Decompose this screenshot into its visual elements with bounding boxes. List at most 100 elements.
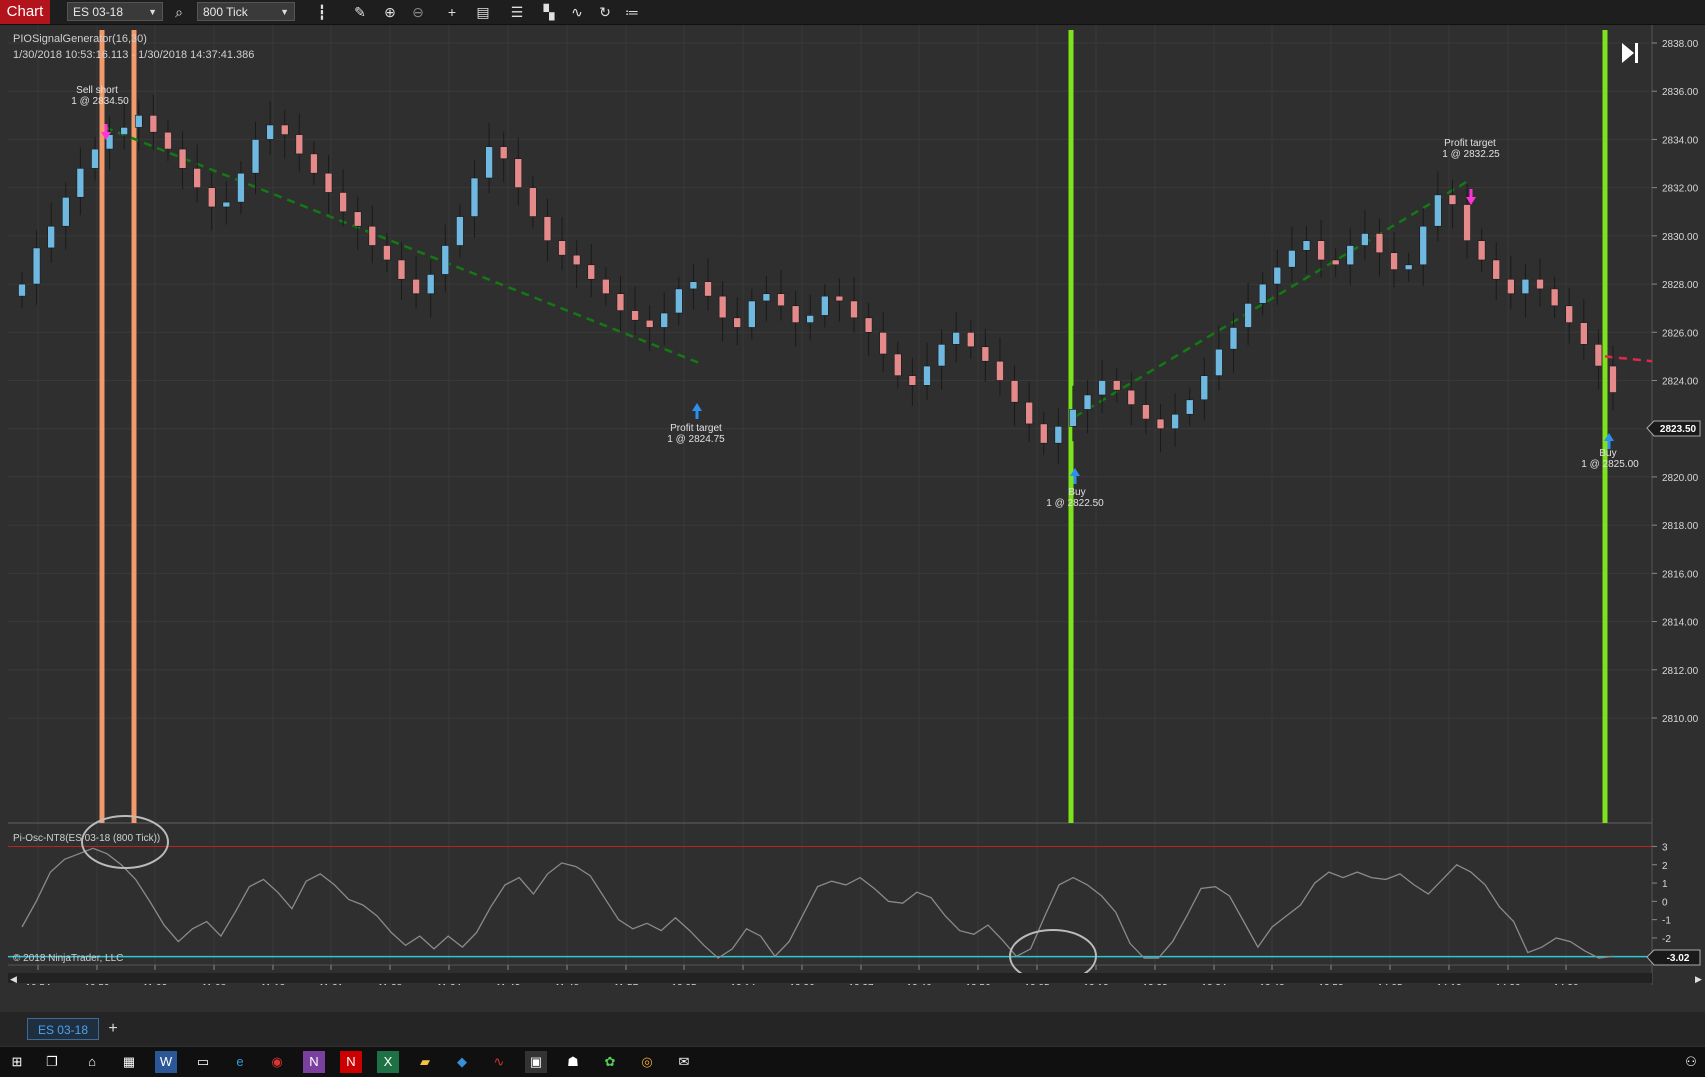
time-tick-label: 14:30	[1553, 983, 1578, 985]
list-icon[interactable]: ≔	[621, 1, 643, 23]
price-tick-label: 2818.00	[1662, 521, 1699, 532]
candle-body	[996, 360, 1004, 381]
candle-body	[1609, 365, 1617, 393]
strategy-icon[interactable]: ▚	[538, 1, 560, 23]
candle-body	[587, 264, 596, 280]
time-tick-label: 12:37	[848, 983, 873, 985]
candle-body	[1521, 278, 1530, 295]
price-tick-label: 2838.00	[1662, 39, 1699, 50]
scroll-left-icon[interactable]: ◀	[10, 974, 17, 984]
pencil-icon[interactable]: ✎	[349, 1, 371, 23]
candle-body	[164, 131, 172, 150]
candle-body	[1025, 401, 1033, 425]
refresh-icon[interactable]: ↻	[594, 1, 616, 23]
trade-label-4a: Profit target	[1444, 138, 1496, 149]
candle-body	[1550, 288, 1559, 307]
candle-body	[1448, 194, 1457, 205]
candle-body	[1200, 375, 1209, 401]
date-range-label: 1/30/2018 10:53:16.113 - 1/30/2018 14:37…	[13, 49, 254, 61]
candle-body	[879, 331, 887, 355]
onenote-icon[interactable]: N	[303, 1051, 325, 1073]
chart-area[interactable]: 2838.00 2836.00 2834.00 2832.00 2830.00 2828.…	[0, 25, 1705, 1025]
chrome-icon[interactable]: ◎	[636, 1051, 658, 1073]
chevron-down-icon: ▼	[148, 7, 157, 17]
ninjatrader-icon[interactable]: ∿	[488, 1051, 510, 1073]
candle-body	[981, 346, 990, 362]
people-icon[interactable]: ⚇	[1680, 1051, 1702, 1073]
indicator-icon[interactable]: ∿	[566, 1, 588, 23]
app-icon[interactable]: ◆	[451, 1051, 473, 1073]
crosshair-icon[interactable]: +	[441, 1, 463, 23]
candle-body	[602, 278, 610, 295]
scroll-to-end-icon[interactable]	[1622, 43, 1638, 63]
candle-body	[514, 158, 523, 188]
chart-canvas[interactable]: 2838.00 2836.00 2834.00 2832.00 2830.00 2828.…	[0, 25, 1705, 985]
windows-start-icon[interactable]: ⊞	[6, 1051, 28, 1073]
candle-body	[120, 127, 128, 135]
horizontal-scrollbar[interactable]	[8, 973, 1652, 983]
time-tick-label: 13:53	[1318, 983, 1343, 985]
chart-app-badge[interactable]: Chart	[0, 0, 50, 24]
candle-body	[1390, 252, 1398, 270]
excel-icon[interactable]: X	[377, 1051, 399, 1073]
bar-type-icon[interactable]: ┇	[311, 1, 333, 23]
search-icon[interactable]: ⌕	[168, 1, 190, 23]
candle-body	[777, 293, 785, 307]
netflix-icon[interactable]: N	[340, 1051, 362, 1073]
calculator-icon[interactable]: ▦	[118, 1051, 140, 1073]
word-icon[interactable]: W	[155, 1051, 177, 1073]
app-icon[interactable]: ◉	[266, 1051, 288, 1073]
candle-body	[1185, 399, 1194, 415]
candle-body	[908, 375, 917, 386]
app-icon[interactable]: ✿	[599, 1051, 621, 1073]
candle-body	[850, 300, 858, 319]
data-box-icon[interactable]: ▤	[472, 1, 494, 23]
time-tick-label: 13:05	[1024, 983, 1049, 985]
price-tick-label: 2812.00	[1662, 666, 1699, 677]
trade-label-2b: 1 @ 2824.75	[667, 434, 725, 445]
people-icon[interactable]: ☗	[562, 1051, 584, 1073]
oscillator-tick-label: 0	[1662, 897, 1668, 908]
add-tab-button[interactable]: +	[104, 1018, 122, 1040]
candle-body	[631, 310, 639, 321]
candle-body	[937, 344, 946, 367]
time-tick-label: 12:56	[965, 983, 990, 985]
candle-body	[864, 317, 873, 333]
candle-body	[222, 201, 231, 208]
folder-icon[interactable]: ▰	[414, 1051, 436, 1073]
candle-body	[310, 153, 318, 174]
time-tick-label: 14:05	[1377, 983, 1402, 985]
candle-body	[1083, 394, 1092, 410]
interval-selector[interactable]: 800 Tick ▼	[197, 2, 295, 21]
candle-body	[295, 134, 304, 155]
properties-icon[interactable]: ☰	[506, 1, 528, 23]
tab-instrument[interactable]: ES 03-18	[27, 1018, 99, 1040]
trade-lines	[104, 126, 1653, 418]
candle-body	[1142, 404, 1150, 420]
candle-body	[412, 278, 420, 295]
candle-body	[660, 312, 669, 328]
candle-body	[1346, 245, 1355, 266]
edge-icon[interactable]: e	[229, 1051, 251, 1073]
candle-body	[806, 315, 815, 323]
candle-body	[1565, 305, 1574, 323]
time-tick-label: 11:13	[261, 983, 286, 985]
notes-icon[interactable]: ▭	[192, 1051, 214, 1073]
price-axis: 2838.00 2836.00 2834.00 2832.00 2830.00 2828.…	[1652, 39, 1699, 725]
zoom-out-icon[interactable]: ⊖	[407, 1, 429, 23]
trade-label-3b: 1 @ 2822.50	[1046, 498, 1104, 509]
instrument-selector[interactable]: ES 03-18 ▼	[67, 2, 163, 21]
candle-body	[1594, 344, 1603, 367]
time-tick-label: 12:05	[671, 983, 696, 985]
scroll-right-icon[interactable]: ▶	[1695, 974, 1702, 984]
task-view-icon[interactable]: ❐	[41, 1051, 63, 1073]
zoom-in-icon[interactable]: ⊕	[379, 1, 401, 23]
profit-target-arrow	[692, 403, 702, 411]
candle-body	[251, 139, 260, 174]
candle-body	[1492, 259, 1501, 280]
mail-icon[interactable]: ✉	[673, 1051, 695, 1073]
candle-body	[748, 300, 756, 328]
home-icon[interactable]: ⌂	[81, 1051, 103, 1073]
chart-app-icon[interactable]: ▣	[525, 1051, 547, 1073]
candle-body	[237, 172, 245, 203]
